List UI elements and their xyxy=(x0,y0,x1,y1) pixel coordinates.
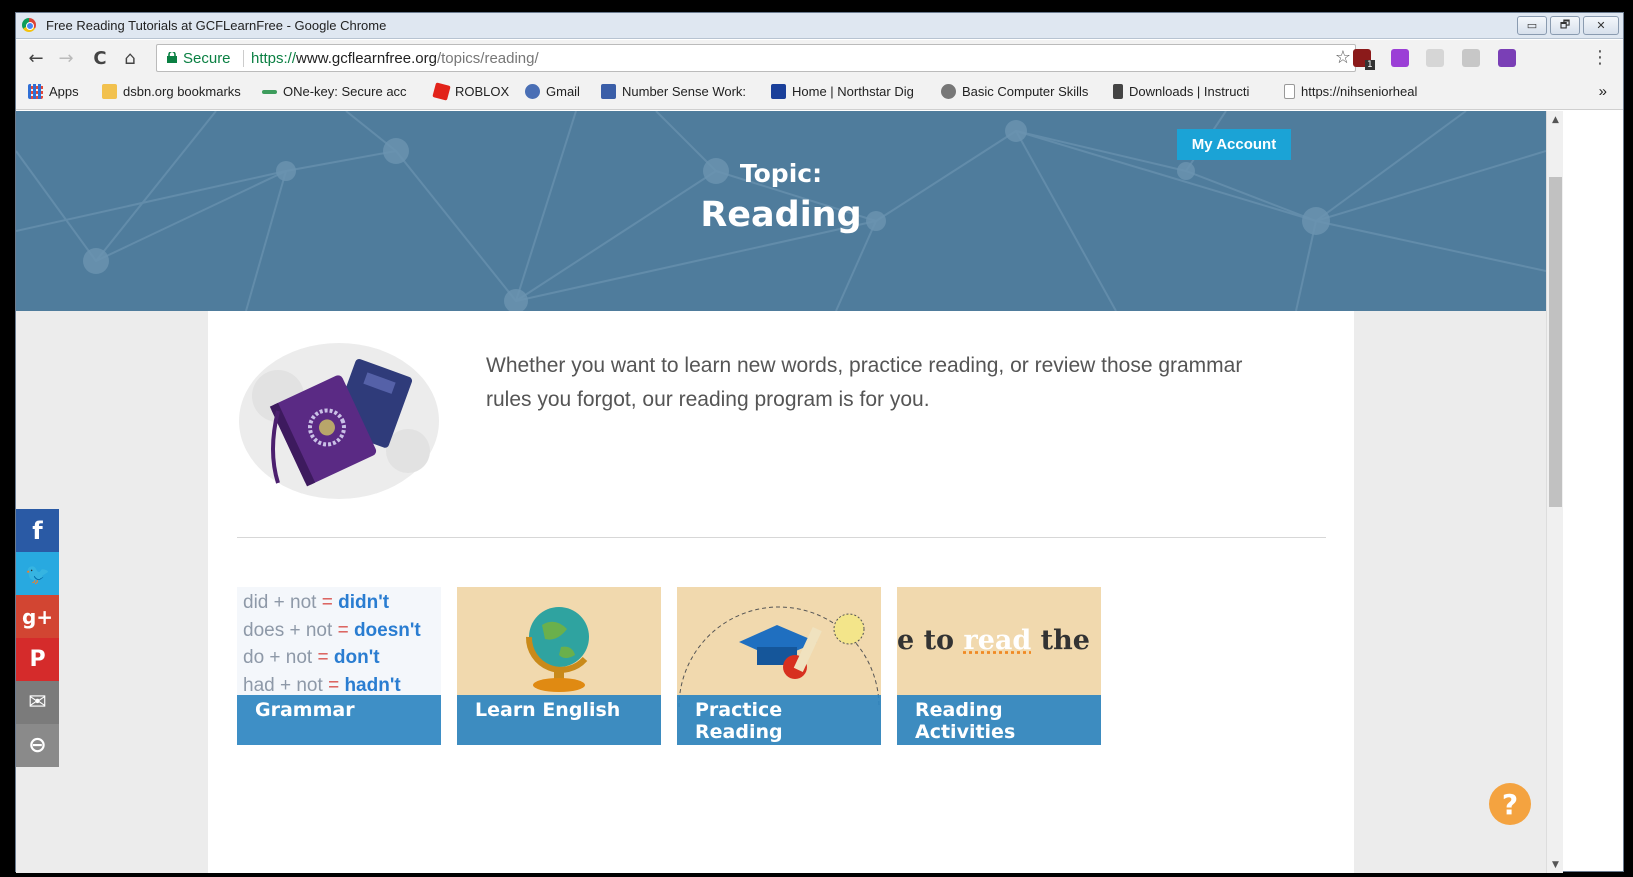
card-label: Reading Activities xyxy=(897,695,1101,745)
card-learn-english[interactable]: Learn English xyxy=(457,587,661,745)
downloads-icon xyxy=(1113,84,1123,99)
reload-button[interactable]: C xyxy=(88,46,112,70)
gmail-icon xyxy=(525,84,540,99)
card-label: Practice Reading xyxy=(677,695,881,745)
chrome-menu-icon[interactable]: ⋮ xyxy=(1591,47,1609,68)
more-bookmarks-button[interactable]: » xyxy=(1599,83,1607,100)
bookmark-label: ONe-key: Secure acc xyxy=(283,84,407,99)
back-button[interactable]: ← xyxy=(24,46,48,70)
bookmark-roblox[interactable]: ROBLOX xyxy=(432,82,510,101)
page-icon xyxy=(1284,84,1295,99)
card-reading-activities[interactable]: e to read the Reading Activities xyxy=(897,587,1101,745)
bookmark-dsbn[interactable]: dsbn.org bookmarks xyxy=(102,84,241,99)
bookmark-apps[interactable]: Apps xyxy=(28,84,79,99)
chrome-logo-icon xyxy=(22,18,36,32)
northstar-icon xyxy=(771,84,786,99)
email-icon[interactable]: ✉ xyxy=(16,681,59,724)
books-illustration xyxy=(239,343,439,499)
omnibox[interactable]: Secure https://www.gcflearnfree.org/topi… xyxy=(156,44,1356,72)
grammar-line: does + not = doesn't xyxy=(243,619,421,641)
browser-window: Free Reading Tutorials at GCFLearnFree -… xyxy=(15,12,1624,873)
bookmark-downloads[interactable]: Downloads | Instructi xyxy=(1113,84,1249,99)
bookmark-label: dsbn.org bookmarks xyxy=(123,84,241,99)
divider xyxy=(237,537,1326,538)
intro-paragraph: Whether you want to learn new words, pra… xyxy=(486,354,1243,411)
window-title: Free Reading Tutorials at GCFLearnFree -… xyxy=(46,18,387,33)
minimize-button[interactable]: ▭ xyxy=(1517,16,1547,35)
scroll-up-icon[interactable]: ▲ xyxy=(1547,111,1564,128)
roblox-icon xyxy=(432,82,451,101)
bookmark-basic-computer-skills[interactable]: Basic Computer Skills xyxy=(941,84,1088,99)
web-page: Topic: Reading My Account Whether you wa… xyxy=(16,111,1546,873)
acrobat-extension-icon[interactable] xyxy=(1462,49,1480,67)
bookmark-gmail[interactable]: Gmail xyxy=(525,84,580,99)
main-content: Whether you want to learn new words, pra… xyxy=(208,311,1354,873)
bookmark-onekey[interactable]: ONe-key: Secure acc xyxy=(262,84,407,99)
facebook-icon[interactable]: f xyxy=(16,509,59,552)
restore-button[interactable]: 🗗 xyxy=(1550,16,1580,35)
bookmark-label: Basic Computer Skills xyxy=(962,84,1089,99)
bookmark-star-icon[interactable]: ☆ xyxy=(1335,47,1351,68)
url-host: www.gcflearnfree.org xyxy=(296,50,437,67)
puzzle-extension-icon[interactable] xyxy=(1391,49,1409,67)
url-text[interactable]: https://www.gcflearnfree.org/topics/read… xyxy=(251,50,539,67)
pdf-extension-icon[interactable] xyxy=(1498,49,1516,67)
address-bar-row: ← → C ⌂ Secure https://www.gcflearnfree.… xyxy=(16,40,1623,76)
bookmark-label: ROBLOX xyxy=(455,84,510,99)
help-button[interactable]: ? xyxy=(1489,783,1531,825)
apps-grid-icon xyxy=(28,84,43,99)
grammar-line: do + not = don't xyxy=(243,647,380,668)
home-button[interactable]: ⌂ xyxy=(118,46,142,70)
bookmark-label: Number Sense Work: xyxy=(622,84,747,99)
bookmark-label: Apps xyxy=(49,84,79,99)
card-label: Learn English xyxy=(457,695,661,745)
onekey-icon xyxy=(262,89,277,94)
my-account-button[interactable]: My Account xyxy=(1177,129,1291,160)
google-plus-icon[interactable]: g+ xyxy=(16,595,59,638)
bookmark-number-sense[interactable]: Number Sense Work: xyxy=(601,84,746,99)
card-label: Grammar xyxy=(237,695,441,745)
title-bar: Free Reading Tutorials at GCFLearnFree -… xyxy=(16,13,1623,39)
grammar-line: did + not = didn't xyxy=(243,592,390,613)
scroll-thumb[interactable] xyxy=(1549,177,1562,507)
topic-label: Topic: xyxy=(739,159,823,188)
bookmarks-bar: Apps dsbn.org bookmarks ONe-key: Secure … xyxy=(16,76,1623,110)
bookmark-label: Gmail xyxy=(546,84,580,99)
scroll-down-icon[interactable]: ▼ xyxy=(1547,856,1564,873)
lock-icon xyxy=(167,52,177,63)
page-title: Reading xyxy=(700,195,862,235)
topic-cards: did + not = didn't does + not = doesn't … xyxy=(237,587,1101,745)
url-scheme: https:// xyxy=(251,50,297,67)
vertical-scrollbar[interactable]: ▲ ▼ xyxy=(1546,111,1563,873)
bookmark-label: Downloads | Instructi xyxy=(1129,84,1250,99)
extension-badge: 1 xyxy=(1365,60,1375,70)
folder-icon xyxy=(102,84,117,99)
card-grammar[interactable]: did + not = didn't does + not = doesn't … xyxy=(237,587,441,745)
forward-button[interactable]: → xyxy=(54,46,78,70)
social-share-bar: f 🐦 g+ P ✉ ⊖ xyxy=(16,509,59,767)
close-button[interactable]: ✕ xyxy=(1583,16,1619,35)
bookmark-label: Home | Northstar Dig xyxy=(792,84,914,99)
url-path: /topics/reading/ xyxy=(436,50,539,67)
bookmark-northstar[interactable]: Home | Northstar Dig xyxy=(771,84,914,99)
shield-extension-icon[interactable] xyxy=(1426,49,1444,67)
pinterest-icon[interactable]: P xyxy=(16,638,59,681)
secure-label: Secure xyxy=(183,50,231,67)
topic-hero: Topic: Reading My Account xyxy=(16,111,1546,311)
bookmark-label: https://nihseniorheal xyxy=(1301,84,1418,99)
gcf-icon xyxy=(941,84,956,99)
twitter-icon[interactable]: 🐦 xyxy=(16,552,59,595)
m-icon xyxy=(601,84,616,99)
card-practice-reading[interactable]: Practice Reading xyxy=(677,587,881,745)
bookmark-nihseniorhealth[interactable]: https://nihseniorheal xyxy=(1284,84,1417,99)
link-icon[interactable]: ⊖ xyxy=(16,724,59,767)
